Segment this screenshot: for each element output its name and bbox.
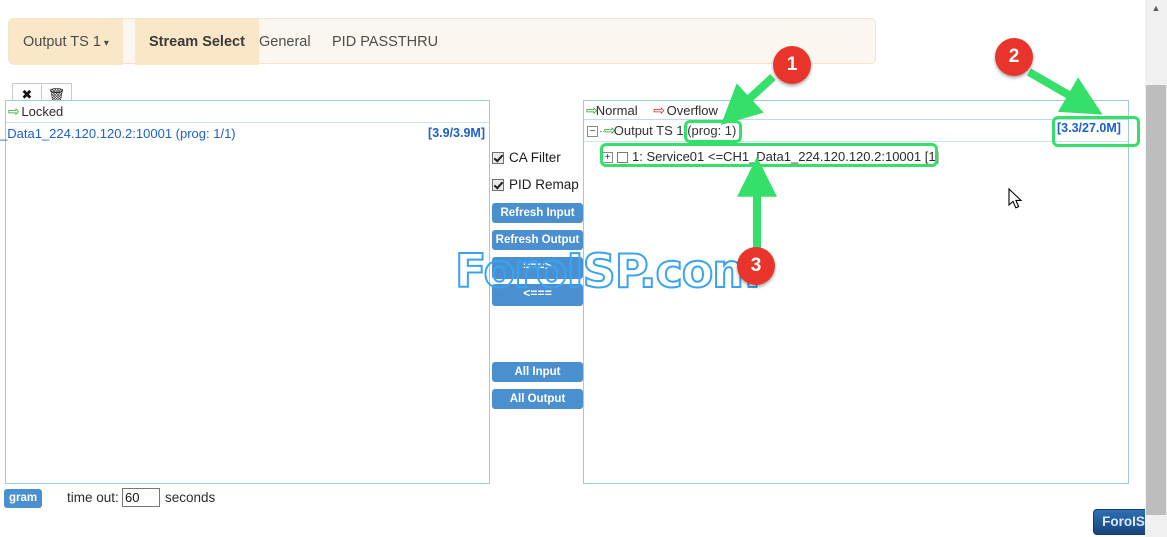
- all-output-button[interactable]: All Output: [492, 389, 583, 409]
- legend-row: ⇨Normal ⇨ Overflow: [584, 101, 1128, 120]
- output-ts-prog: (prog: 1): [687, 123, 737, 138]
- annotation-badge-3: 3: [737, 247, 775, 285]
- scrollbar-thumb[interactable]: [1146, 85, 1166, 515]
- output-ts-arrow-icon: ⇨: [604, 122, 616, 138]
- overflow-arrow-icon: ⇨: [653, 102, 665, 118]
- locked-label: Locked: [21, 104, 64, 119]
- normal-arrow-icon: ⇨: [586, 102, 598, 118]
- app-root: Output TS 1 ▾ Stream Select General PID P…: [0, 0, 1163, 537]
- output-ts-label: Output TS 1: [613, 123, 684, 138]
- ca-filter-checkbox-row[interactable]: CA Filter: [492, 150, 561, 165]
- pid-remap-checkbox-row[interactable]: PID Remap: [492, 177, 579, 192]
- legend-normal-label: Normal: [595, 103, 638, 118]
- tab-general[interactable]: General: [245, 19, 325, 65]
- scrollbar-corner: [1145, 516, 1167, 537]
- tab-bar: Output TS 1 ▾ Stream Select General PID P…: [8, 18, 876, 65]
- tab-stream-select[interactable]: Stream Select: [135, 19, 259, 65]
- refresh-input-button[interactable]: Refresh Input: [492, 203, 583, 223]
- tab-output-ts-1-label: Output TS 1: [23, 34, 101, 50]
- refresh-output-button[interactable]: Refresh Output: [492, 230, 583, 250]
- program-button[interactable]: gram: [4, 489, 42, 508]
- center-controls: CA Filter PID Remap Refresh Input Refres…: [492, 100, 583, 484]
- scroll-up-arrow-icon[interactable]: ▲: [1145, 0, 1167, 17]
- legend-normal: ⇨Normal: [586, 101, 638, 120]
- locked-arrow-icon: ⇨: [8, 103, 20, 119]
- input-stream-row[interactable]: _Data1_224.120.120.2:10001 (prog: 1/1) […: [0, 123, 489, 145]
- output-bitrate: [3.3/27.0M]: [1057, 121, 1121, 135]
- legend-overflow-label: Overflow: [666, 103, 718, 118]
- tab-pid-passthru[interactable]: PID PASSTHRU: [318, 19, 452, 65]
- add-to-output-button[interactable]: ===>: [492, 257, 583, 279]
- tab-output-ts-1[interactable]: Output TS 1 ▾: [9, 19, 123, 65]
- output-panel: ⇨Normal ⇨ Overflow − ⇨Output TS 1 (prog: …: [583, 100, 1129, 484]
- ca-filter-checkbox[interactable]: [492, 152, 504, 164]
- remove-from-output-button[interactable]: <===: [492, 284, 583, 306]
- locked-row: ⇨ Locked: [6, 101, 489, 123]
- annotation-badge-1: 1: [773, 46, 811, 84]
- service-label: 1: Service01 <=CH1_Data1_224.120.120.2:1…: [632, 149, 940, 164]
- annotation-badge-2: 2: [995, 38, 1033, 76]
- ca-filter-label: CA Filter: [509, 150, 561, 165]
- seconds-label: seconds: [165, 490, 216, 505]
- output-ts-row[interactable]: − ⇨Output TS 1 (prog: 1): [584, 120, 1128, 142]
- service-checkbox[interactable]: [617, 152, 628, 164]
- timeout-label: time out:: [67, 490, 119, 505]
- timeout-input[interactable]: [122, 488, 160, 507]
- service-expander[interactable]: +: [602, 152, 613, 164]
- legend-overflow: ⇨ Overflow: [653, 101, 718, 120]
- input-stream-bitrate: [3.9/3.9M]: [428, 126, 485, 140]
- service-row[interactable]: +1: Service01 <=CH1_Data1_224.120.120.2:…: [584, 146, 1128, 168]
- input-panel: ⇨ Locked _Data1_224.120.120.2:10001 (pro…: [0, 100, 490, 484]
- chevron-down-icon: ▾: [103, 38, 109, 49]
- input-stream-label: _Data1_224.120.120.2:10001 (prog: 1/1): [0, 126, 236, 141]
- output-ts-expander[interactable]: −: [587, 126, 598, 138]
- pid-remap-label: PID Remap: [509, 177, 579, 192]
- pid-remap-checkbox[interactable]: [492, 179, 504, 191]
- all-input-button[interactable]: All Input: [492, 362, 583, 382]
